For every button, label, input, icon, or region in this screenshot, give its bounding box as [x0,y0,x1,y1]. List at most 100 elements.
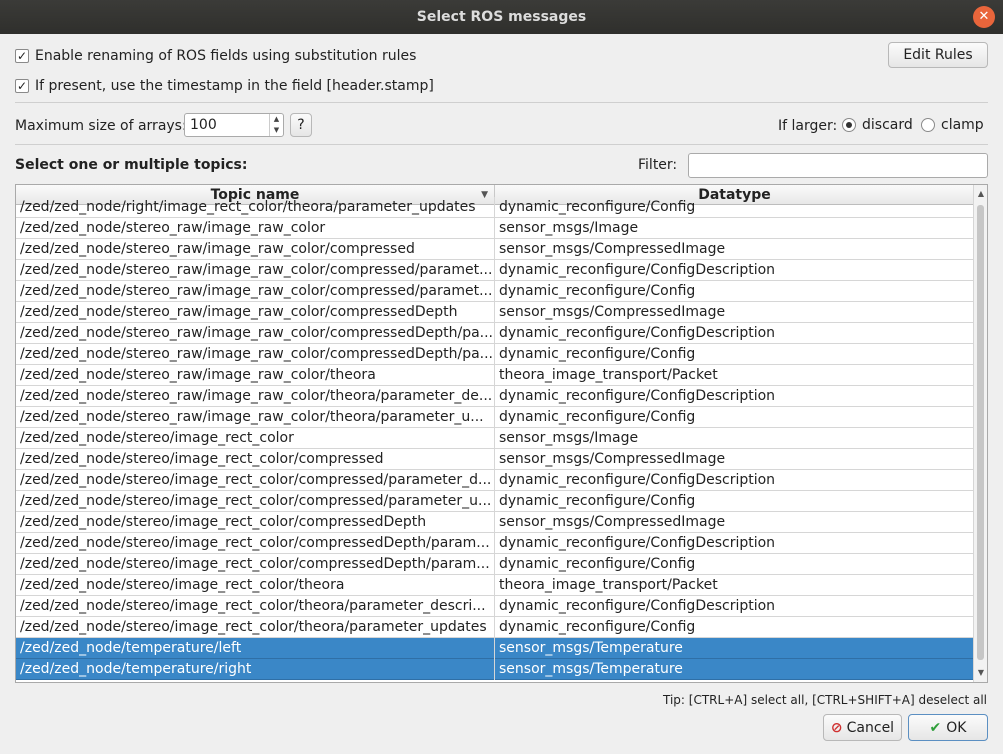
table-row[interactable]: /zed/zed_node/temperature/left sensor_msg… [16,638,974,659]
table-row[interactable]: /zed/zed_node/stereo/image_rect_color/th… [16,617,974,638]
datatype-cell: dynamic_reconfigure/Config [499,199,696,215]
table-row[interactable]: /zed/zed_node/stereo_raw/image_raw_color… [16,281,974,302]
topic-name-cell: /zed/zed_node/stereo/image_rect_color/th… [16,596,495,617]
topic-name-cell: /zed/zed_node/stereo/image_rect_color [16,428,495,449]
datatype-cell: sensor_msgs/CompressedImage [499,241,726,257]
clamp-option[interactable]: clamp [921,117,984,133]
topic-name-cell: /zed/zed_node/stereo_raw/image_raw_color [16,218,495,239]
filter-input[interactable] [688,153,988,178]
topic-name-cell: /zed/zed_node/stereo_raw/image_raw_color… [16,365,495,386]
table-row[interactable]: /zed/zed_node/stereo_raw/image_raw_color… [16,344,974,365]
topics-table[interactable]: Topic name ▼ Datatype /zed/zed_node/righ… [15,184,988,683]
table-row[interactable]: /zed/zed_node/stereo_raw/image_raw_color… [16,386,974,407]
datatype-cell: dynamic_reconfigure/ConfigDescription [499,472,776,488]
rename-checkbox[interactable]: ✓ [15,49,29,63]
discard-label: discard [862,117,913,133]
timestamp-label: If present, use the timestamp in the fie… [35,78,434,94]
check-icon: ✔ [929,719,942,736]
cancel-button[interactable]: ⊘ Cancel [823,714,902,741]
max-array-value[interactable]: 100 [185,114,269,136]
topic-name-cell: /zed/zed_node/stereo_raw/image_raw_color… [16,323,495,344]
discard-radio[interactable] [842,118,856,132]
dialog-body: ✓ Enable renaming of ROS fields using su… [0,34,1003,754]
rename-label: Enable renaming of ROS fields using subs… [35,48,417,64]
scrollbar-thumb[interactable] [977,205,984,660]
table-row[interactable]: /zed/zed_node/stereo/image_rect_color/co… [16,533,974,554]
table-row[interactable]: /zed/zed_node/stereo/image_rect_color/co… [16,470,974,491]
topic-name-cell: /zed/zed_node/stereo/image_rect_color/th… [16,575,495,596]
datatype-cell: sensor_msgs/Temperature [499,661,683,677]
datatype-cell: theora_image_transport/Packet [499,577,718,593]
close-icon[interactable]: ✕ [973,6,995,28]
timestamp-checkbox[interactable]: ✓ [15,79,29,93]
datatype-cell: dynamic_reconfigure/Config [499,409,696,425]
max-array-spinbox[interactable]: 100 ▲ ▼ [184,113,284,137]
table-row[interactable]: /zed/zed_node/stereo/image_rect_color sen… [16,428,974,449]
table-row[interactable]: /zed/zed_node/stereo_raw/image_raw_color… [16,365,974,386]
table-row[interactable]: /zed/zed_node/stereo_raw/image_raw_color… [16,239,974,260]
window-title: Select ROS messages [416,9,587,25]
topic-name-cell: /zed/zed_node/stereo_raw/image_raw_color… [16,344,495,365]
topic-name-cell: /zed/zed_node/temperature/right [16,659,495,680]
topic-name-cell: /zed/zed_node/stereo_raw/image_raw_color… [16,386,495,407]
tip-text: Tip: [CTRL+A] select all, [CTRL+SHIFT+A]… [663,693,987,707]
max-array-label: Maximum size of arrays: [15,118,187,134]
datatype-cell: dynamic_reconfigure/ConfigDescription [499,325,776,341]
clamp-radio[interactable] [921,118,935,132]
rename-option[interactable]: ✓ Enable renaming of ROS fields using su… [15,48,416,64]
topics-heading: Select one or multiple topics: [15,157,248,173]
topic-name-cell: /zed/zed_node/stereo/image_rect_color/th… [16,617,495,638]
topic-name-cell: /zed/zed_node/stereo/image_rect_color/co… [16,449,495,470]
datatype-cell: dynamic_reconfigure/ConfigDescription [499,598,776,614]
table-row[interactable]: /zed/zed_node/temperature/right sensor_ms… [16,659,974,680]
topic-name-cell: /zed/zed_node/stereo/image_rect_color/co… [16,512,495,533]
table-row[interactable]: /zed/zed_node/stereo_raw/image_raw_color… [16,218,974,239]
datatype-cell: dynamic_reconfigure/Config [499,493,696,509]
separator [15,102,988,103]
separator [15,144,988,145]
topic-name-cell: /zed/zed_node/stereo/image_rect_color/co… [16,533,495,554]
scroll-up-icon[interactable]: ▲ [974,187,987,201]
table-row[interactable]: /zed/zed_node/stereo/image_rect_color/co… [16,491,974,512]
clamp-label: clamp [941,117,984,133]
datatype-cell: dynamic_reconfigure/Config [499,556,696,572]
datatype-cell: dynamic_reconfigure/ConfigDescription [499,388,776,404]
datatype-cell: dynamic_reconfigure/Config [499,346,696,362]
discard-option[interactable]: discard [842,117,913,133]
datatype-cell: dynamic_reconfigure/ConfigDescription [499,535,776,551]
title-bar: Select ROS messages ✕ [0,0,1003,34]
edit-rules-button[interactable]: Edit Rules [888,42,988,68]
topic-name-cell: /zed/zed_node/stereo/image_rect_color/co… [16,491,495,512]
topic-name-cell: /zed/zed_node/right/image_rect_color/the… [16,197,495,218]
table-row[interactable]: /zed/zed_node/stereo/image_rect_color/co… [16,449,974,470]
topic-name-cell: /zed/zed_node/temperature/left [16,638,495,659]
table-row[interactable]: /zed/zed_node/stereo/image_rect_color/co… [16,512,974,533]
topic-name-cell: /zed/zed_node/stereo_raw/image_raw_color… [16,260,495,281]
datatype-cell: dynamic_reconfigure/ConfigDescription [499,262,776,278]
table-row[interactable]: /zed/zed_node/stereo_raw/image_raw_color… [16,260,974,281]
table-row[interactable]: /zed/zed_node/stereo/image_rect_color/th… [16,575,974,596]
ok-label: OK [946,719,967,736]
datatype-cell: sensor_msgs/CompressedImage [499,451,726,467]
topic-name-cell: /zed/zed_node/stereo/image_rect_color/co… [16,554,495,575]
spin-arrows-icon[interactable]: ▲ ▼ [269,114,283,136]
topic-name-cell: /zed/zed_node/stereo/image_rect_color/co… [16,470,495,491]
datatype-cell: theora_image_transport/Packet [499,367,718,383]
scroll-down-icon[interactable]: ▼ [974,666,987,680]
cancel-icon: ⊘ [830,719,843,736]
table-row[interactable]: /zed/zed_node/stereo_raw/image_raw_color… [16,323,974,344]
help-button[interactable]: ? [290,113,312,137]
cancel-label: Cancel [846,719,895,736]
table-row[interactable]: /zed/zed_node/right/image_rect_color/the… [16,197,974,218]
table-row[interactable]: /zed/zed_node/stereo_raw/image_raw_color… [16,302,974,323]
vertical-scrollbar[interactable]: ▲ ▼ [973,185,987,682]
ok-button[interactable]: ✔ OK [908,714,988,741]
table-row[interactable]: /zed/zed_node/stereo/image_rect_color/th… [16,596,974,617]
datatype-cell: sensor_msgs/CompressedImage [499,304,726,320]
table-row[interactable]: /zed/zed_node/stereo/image_rect_color/co… [16,554,974,575]
datatype-cell: sensor_msgs/CompressedImage [499,514,726,530]
filter-label: Filter: [638,157,678,173]
timestamp-option[interactable]: ✓ If present, use the timestamp in the f… [15,78,434,94]
table-row[interactable]: /zed/zed_node/stereo_raw/image_raw_color… [16,407,974,428]
datatype-cell: dynamic_reconfigure/Config [499,283,696,299]
